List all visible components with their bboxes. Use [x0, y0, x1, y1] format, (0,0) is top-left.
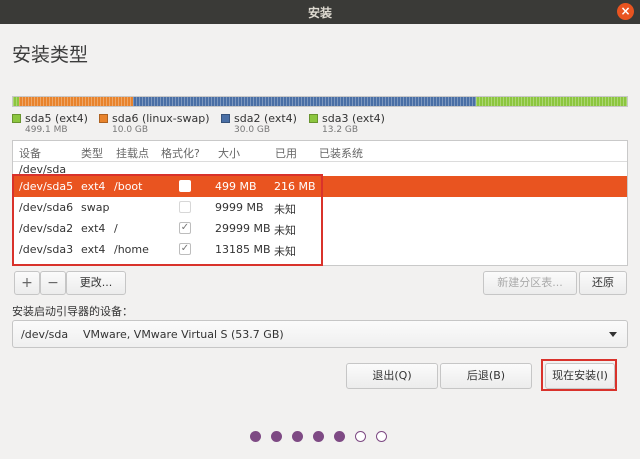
row-used: 未知 — [274, 203, 296, 216]
row-size: 9999 MB — [215, 201, 264, 214]
legend-size: 30.0 GB — [234, 125, 271, 135]
row-mount: /home — [114, 243, 149, 256]
row-mount: /boot — [114, 180, 143, 193]
header-device[interactable]: 设备 — [19, 145, 41, 161]
remove-partition-button[interactable]: − — [40, 271, 66, 295]
row-type: ext4 — [81, 243, 106, 256]
table-header: 设备 类型 挂载点 格式化? 大小 已用 已装系统 — [13, 141, 627, 162]
header-mount[interactable]: 挂载点 — [116, 145, 149, 161]
window-title: 安装 — [307, 6, 332, 20]
row-device: /dev/sda2 — [19, 222, 74, 235]
header-format[interactable]: 格式化? — [161, 145, 200, 161]
legend-swatch — [221, 114, 230, 123]
boot-device: /dev/sda — [21, 328, 69, 341]
progress-dot — [376, 431, 387, 442]
legend-size: 499.1 MB — [25, 125, 68, 135]
change-partition-button[interactable]: 更改... — [66, 271, 126, 295]
partition-segment — [18, 97, 134, 106]
row-size: 29999 MB — [215, 222, 271, 235]
row-type: swap — [81, 201, 110, 214]
page-title: 安装类型 — [12, 44, 89, 66]
revert-button[interactable]: 还原 — [579, 271, 627, 295]
row-size: 13185 MB — [215, 243, 271, 256]
partition-table[interactable]: 设备 类型 挂载点 格式化? 大小 已用 已装系统 /dev/sda /dev/… — [12, 140, 628, 266]
quit-button[interactable]: 退出(Q) — [346, 363, 438, 389]
table-row[interactable]: /dev/sda5 ext4 /boot 499 MB 216 MB — [13, 176, 627, 197]
table-row[interactable]: /dev/sda6 swap 9999 MB 未知 — [13, 197, 627, 218]
legend-size: 13.2 GB — [322, 125, 359, 135]
row-device: /dev/sda3 — [19, 243, 74, 256]
boot-loader-label: 安装启动引导器的设备： — [12, 305, 133, 318]
new-partition-table-button[interactable]: 新建分区表... — [483, 271, 577, 295]
header-type[interactable]: 类型 — [81, 145, 103, 161]
progress-dot — [334, 431, 345, 442]
row-used: 未知 — [274, 224, 296, 237]
row-used: 未知 — [274, 245, 296, 258]
table-row[interactable]: /dev/sda2 ext4 / ✓ 29999 MB 未知 — [13, 218, 627, 239]
boot-device-description: VMware, VMware Virtual S (53.7 GB) — [83, 328, 284, 341]
format-checkbox[interactable] — [179, 180, 191, 192]
boot-loader-select[interactable]: /dev/sda VMware, VMware Virtual S (53.7 … — [12, 320, 628, 348]
row-mount: / — [114, 222, 118, 235]
legend-name: sda6 (linux-swap) — [112, 112, 210, 125]
dropdown-arrow-icon — [609, 332, 617, 337]
header-used[interactable]: 已用 — [275, 145, 297, 161]
partition-segment — [133, 97, 477, 106]
legend-name: sda2 (ext4) — [234, 112, 297, 125]
format-checkbox[interactable]: ✓ — [179, 222, 191, 234]
legend-swatch — [99, 114, 108, 123]
back-button[interactable]: 后退(B) — [440, 363, 532, 389]
row-type: ext4 — [81, 222, 106, 235]
row-device: /dev/sda6 — [19, 201, 74, 214]
header-installed-system[interactable]: 已装系统 — [319, 145, 363, 161]
row-size: 499 MB — [215, 180, 257, 193]
partition-bar — [12, 96, 628, 107]
legend-size: 10.0 GB — [112, 125, 149, 135]
progress-dot — [292, 431, 303, 442]
legend-swatch — [309, 114, 318, 123]
table-row[interactable]: /dev/sda3 ext4 /home ✓ 13185 MB 未知 — [13, 239, 627, 260]
disk-name: /dev/sda — [19, 163, 67, 176]
format-checkbox[interactable] — [179, 201, 191, 213]
progress-dot — [250, 431, 261, 442]
row-device: /dev/sda5 — [19, 180, 74, 193]
format-checkbox[interactable]: ✓ — [179, 243, 191, 255]
legend-name: sda3 (ext4) — [322, 112, 385, 125]
title-bar: 安装 × — [0, 0, 640, 24]
install-now-button[interactable]: 现在安装(I) — [545, 363, 615, 389]
header-size[interactable]: 大小 — [218, 145, 240, 161]
row-used: 216 MB — [274, 180, 316, 193]
partition-segment — [476, 97, 627, 106]
row-type: ext4 — [81, 180, 106, 193]
add-partition-button[interactable]: + — [14, 271, 40, 295]
legend-swatch — [12, 114, 21, 123]
progress-dot — [271, 431, 282, 442]
legend-name: sda5 (ext4) — [25, 112, 88, 125]
progress-dot — [355, 431, 366, 442]
progress-dot — [313, 431, 324, 442]
close-icon[interactable]: × — [617, 3, 634, 20]
